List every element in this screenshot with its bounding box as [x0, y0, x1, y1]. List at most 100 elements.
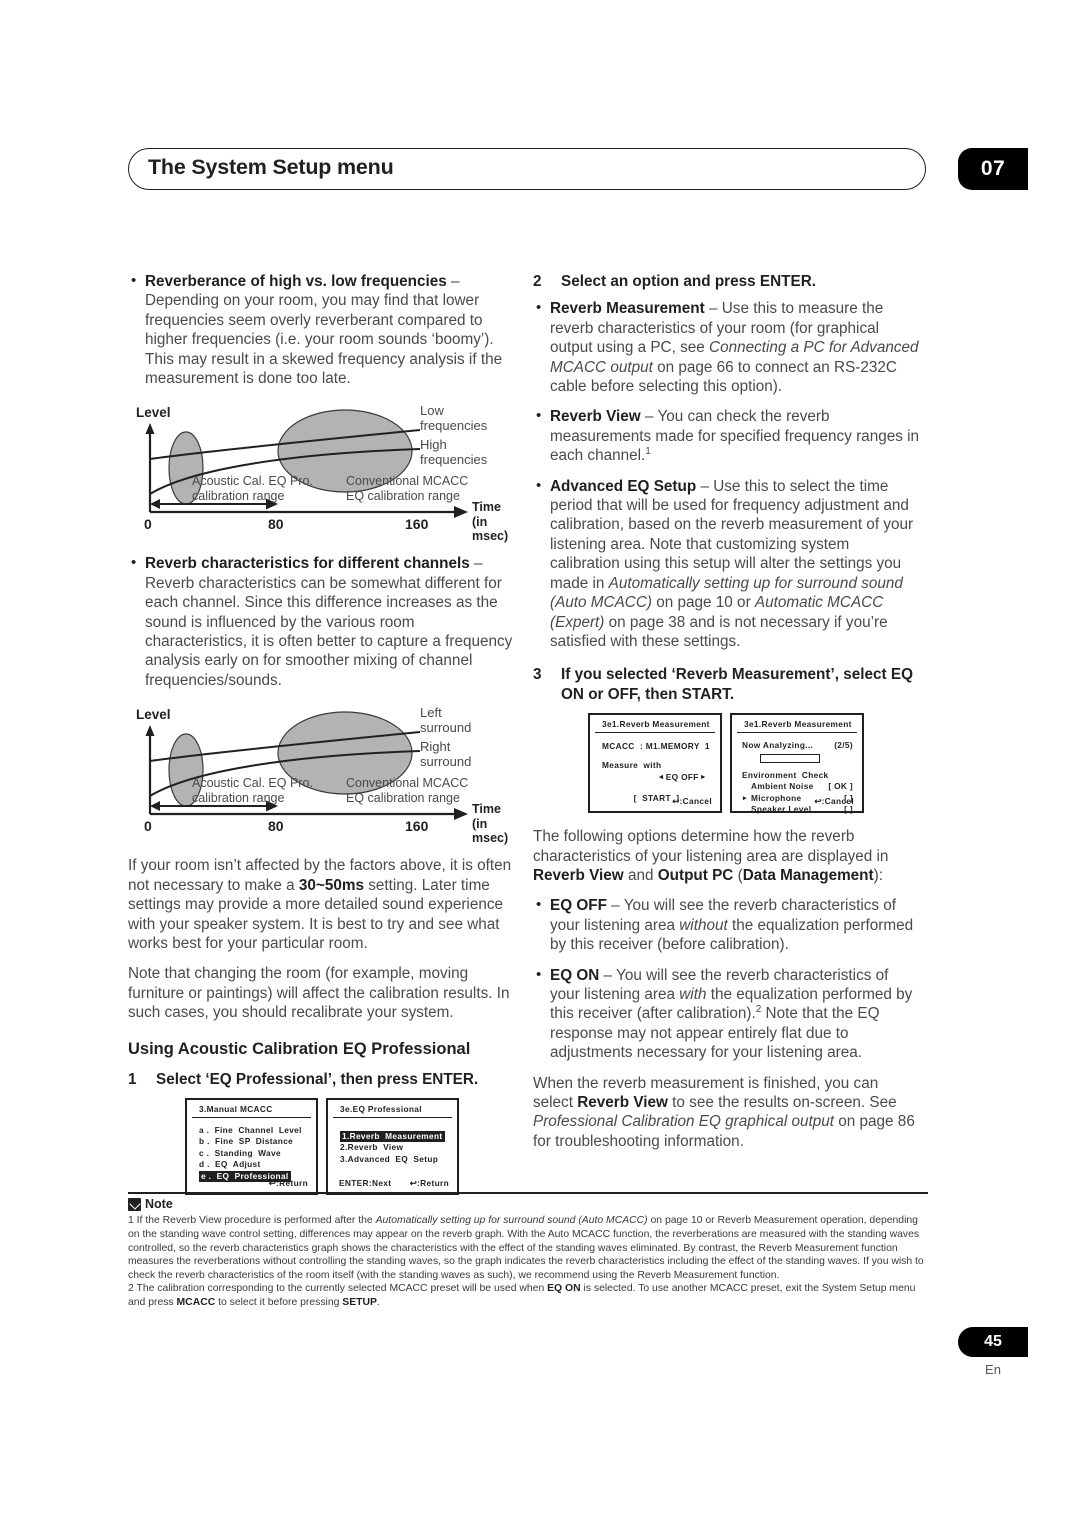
para-bold-data-management: Data Management — [742, 866, 874, 884]
diagram2-curve-label-right: Right — [420, 739, 451, 755]
osd-cancel-label: ↩:Cancel — [672, 796, 712, 807]
osd-menu-item[interactable]: c . Standing Wave — [199, 1148, 307, 1160]
diagram1-y-axis-label: Level — [136, 405, 171, 421]
diagram2-region-large-label: Conventional MCACC — [346, 776, 469, 791]
bullet-reverb-measurement: Reverb Measurement – Use this to measure… — [533, 298, 921, 396]
osd-menu-item[interactable]: 3.Advanced EQ Setup — [340, 1154, 448, 1166]
footnote-marker-1: 1 — [645, 446, 651, 458]
diagram1-region-small-label-2: calibration range — [192, 488, 285, 503]
diagram2-region-small-label-2: calibration range — [192, 790, 285, 805]
para-bold-output-pc: Output PC — [657, 866, 734, 884]
osd-environment-check-title: Environment Check — [742, 769, 829, 780]
diagram1-tick-160: 160 — [405, 516, 429, 533]
osd-content: MCACC : M1.MEMORY 1 Measure with ◄ EQ OFF… — [590, 733, 720, 804]
note-bold-mcacc: MCACC — [176, 1296, 216, 1308]
para-text-a: The following options determine how the … — [533, 828, 889, 865]
note-header: Note — [128, 1197, 928, 1211]
bullet-advanced-eq-setup: Advanced EQ Setup – Use this to select t… — [533, 476, 921, 652]
diagram1-x-axis-unit: (in msec) — [472, 515, 509, 544]
osd-analyzing-label: Now Analyzing... — [742, 740, 814, 751]
diagram1-region-large-label: Conventional MCACC — [346, 474, 469, 489]
bullet-lead: Advanced EQ Setup — [550, 477, 697, 495]
para-text-b: to see the results on-screen. See — [667, 1094, 897, 1111]
bullet-lead: Reverb View — [550, 408, 641, 426]
bullet-body-italic: with — [679, 985, 707, 1003]
note-divider — [128, 1192, 928, 1195]
osd-menu-item[interactable]: d . EQ Adjust — [199, 1159, 307, 1171]
bullet-dash: – — [696, 477, 714, 495]
para-bold-reverb-view: Reverb View — [533, 866, 624, 884]
bullet-body-b: on page 10 or — [652, 594, 755, 612]
bullet-lead: Reverb Measurement — [550, 300, 705, 318]
diagram2-region-small-label: Acoustic Cal. EQ Pro. — [192, 776, 313, 791]
page-number-badge: 45 — [958, 1327, 1028, 1357]
osd-menu-item-selected[interactable]: 1.Reverb Measurement — [340, 1130, 445, 1143]
bullet-dash: – — [446, 273, 460, 290]
osd-eq-toggle-value[interactable]: EQ OFF — [666, 772, 699, 784]
note-title: Note — [145, 1197, 173, 1212]
diagram2-tick-80: 80 — [268, 818, 284, 835]
diagram1-curve-label-low-2: frequencies — [420, 417, 488, 433]
left-arrow-icon[interactable]: ◄ — [657, 772, 664, 784]
paragraph-room-factors: If your room isn’t affected by the facto… — [128, 856, 516, 953]
note-italic-title: Automatically setting up for surround so… — [375, 1215, 648, 1227]
osd-reverb-measurement-analyzing: 3e1.Reverb Measurement Now Analyzing... … — [730, 713, 864, 815]
para-text-paren: ( — [733, 866, 743, 884]
page-title: The System Setup menu — [148, 155, 394, 179]
paragraph-display-options-intro: The following options determine how the … — [533, 827, 921, 885]
osd-check-row-label: Speaker Level — [751, 804, 812, 815]
step-2: 2 Select an option and press ENTER. — [533, 272, 921, 291]
osd-screens-eq-professional: 3.Manual MCACC a . Fine Channel Level b … — [185, 1097, 516, 1195]
osd-check-row-value: [ OK ] — [828, 781, 853, 792]
diagram1-curve-label-high-2: frequencies — [420, 451, 488, 467]
osd-mcacc-preset-line: MCACC : M1.MEMORY 1 — [602, 741, 710, 752]
bullet-eq-on: EQ ON – You will see the reverb characte… — [533, 965, 921, 1063]
note-item-2: 2 The calibration corresponding to the c… — [128, 1282, 928, 1309]
para-text-close: ): — [873, 866, 883, 884]
osd-check-row-label: Ambient Noise — [751, 781, 814, 792]
osd-title: 3e1.Reverb Measurement — [737, 715, 857, 734]
diagram2-region-large-label-2: EQ calibration range — [346, 790, 460, 805]
osd-title: 3e1.Reverb Measurement — [595, 715, 715, 734]
note-bold-eq-on: EQ ON — [547, 1283, 581, 1295]
bullet-reverb-characteristics-channels: Reverb characteristics for different cha… — [128, 553, 516, 690]
bullet-lead: Reverberance of high vs. low frequencies — [145, 273, 447, 290]
bullet-body: Depending on your room, you may find tha… — [145, 292, 503, 388]
section-heading-using-acoustic-calibration: Using Acoustic Calibration EQ Profession… — [128, 1039, 471, 1058]
diagram2-tick-160: 160 — [405, 818, 429, 835]
bullet-dash: – — [640, 408, 658, 426]
paragraph-when-finished: When the reverb measurement is finished,… — [533, 1074, 921, 1152]
diagram2-curve-label-right-2: surround — [420, 753, 472, 769]
step-text: If you selected ‘Reverb Measurement’, se… — [561, 666, 913, 703]
osd-menu-item[interactable]: a . Fine Channel Level — [199, 1125, 307, 1137]
diagram1-x-axis-label: Time — [472, 500, 501, 515]
osd-title: 3.Manual MCACC — [192, 1100, 311, 1118]
bullet-body: Reverb characteristics can be somewhat d… — [145, 574, 513, 689]
osd-menu-item[interactable]: b . Fine SP Distance — [199, 1136, 307, 1148]
step-number: 3 — [533, 666, 542, 684]
osd-measure-with-label: Measure with — [602, 759, 662, 770]
para-bold-30-50ms: 30~50ms — [298, 876, 364, 894]
osd-title: 3e.EQ Professional — [333, 1100, 452, 1118]
osd-menu-item[interactable]: 2.Reverb View — [340, 1142, 448, 1154]
osd-reverb-measurement-start: 3e1.Reverb Measurement MCACC : M1.MEMORY… — [588, 713, 722, 814]
osd-screens-reverb-measurement: 3e1.Reverb Measurement MCACC : M1.MEMORY… — [588, 713, 921, 815]
diagram2-y-axis-label: Level — [136, 707, 171, 723]
diagram1-tick-80: 80 — [268, 516, 284, 533]
bullet-dash: – — [704, 300, 722, 318]
right-arrow-icon[interactable]: ► — [700, 772, 707, 784]
left-column: Reverberance of high vs. low frequencies… — [128, 271, 516, 1195]
osd-progress-count: (2/5) — [834, 740, 853, 751]
chapter-number-tab: 07 — [958, 148, 1028, 190]
bullet-lead: EQ OFF — [550, 897, 607, 915]
bullet-lead: EQ ON — [550, 966, 600, 984]
diagram1-curve-label-high: High — [420, 437, 447, 453]
note-pencil-icon — [128, 1197, 141, 1211]
bullet-reverberance-high-low: Reverberance of high vs. low frequencies… — [128, 271, 516, 388]
note-text-c: to select it before pressing — [215, 1296, 343, 1308]
note-bold-setup: SETUP — [342, 1296, 377, 1308]
note-block: Note 1 If the Reverb View procedure is p… — [128, 1192, 928, 1310]
bullet-lead: Reverb characteristics for different cha… — [145, 555, 470, 573]
bullet-dash: – — [606, 897, 624, 915]
osd-return-label: ↩:Return — [409, 1177, 449, 1188]
